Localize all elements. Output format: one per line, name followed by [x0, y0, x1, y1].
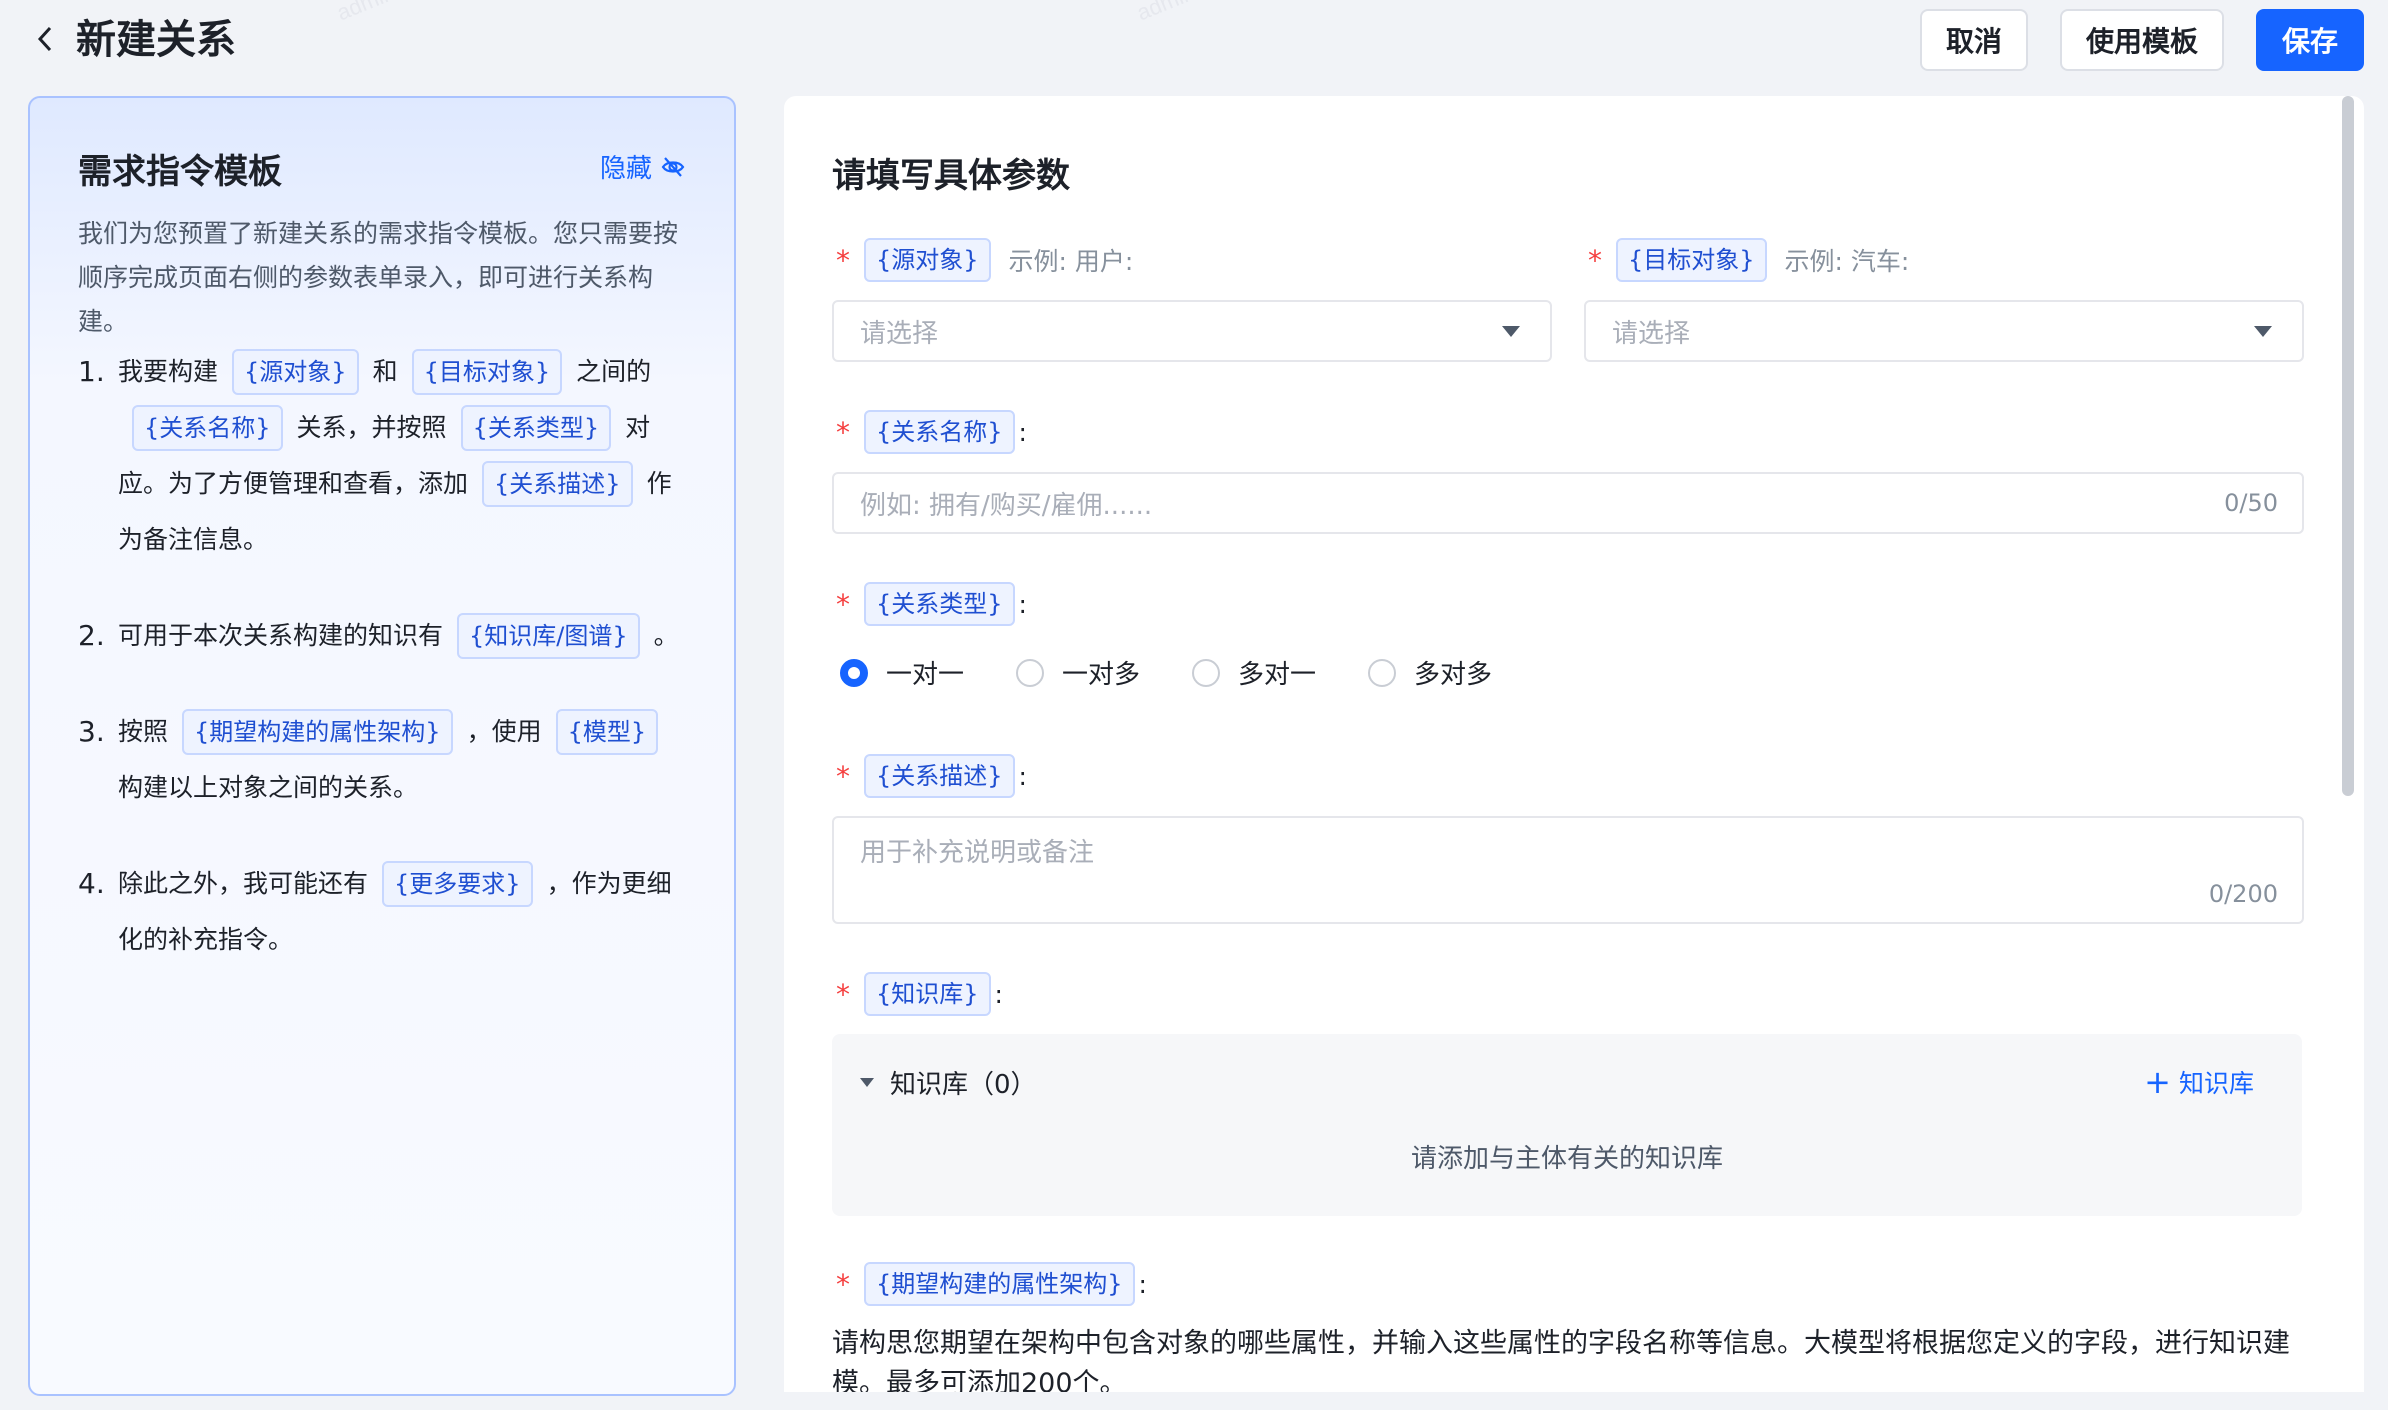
relation-desc-label: * {关系描述} :: [836, 754, 1027, 798]
page-title: 新建关系: [76, 17, 236, 63]
caret-down-icon: [860, 1078, 874, 1087]
model-tag: {模型}: [555, 709, 659, 755]
radio-one-to-one[interactable]: 一对一: [840, 654, 964, 691]
knowledge-label: * {知识库} :: [836, 972, 1003, 1016]
target-object-tag: {目标对象}: [411, 349, 563, 395]
caret-down-icon: [2254, 326, 2272, 337]
relation-desc-tag: {关系描述}: [482, 461, 633, 507]
source-field-label: * {源对象} 示例: 用户:: [836, 238, 1133, 282]
save-button[interactable]: 保存: [2256, 9, 2364, 71]
knowledge-base-collapse[interactable]: 知识库（0）: [860, 1064, 1037, 1101]
source-object-tag: {源对象}: [232, 349, 359, 395]
template-panel-title: 需求指令模板: [78, 152, 282, 192]
form-title: 请填写具体参数: [832, 156, 1070, 196]
target-example: 示例: 汽车:: [1784, 247, 1910, 276]
knowledge-tag: {知识库}: [864, 972, 991, 1016]
schema-label: * {期望构建的属性架构} :: [836, 1262, 1147, 1306]
relation-type-radio-group: 一对一 一对多 多对一 多对多: [840, 654, 1544, 691]
relation-name-label: * {关系名称} :: [836, 410, 1027, 454]
knowledge-empty-text: 请添加与主体有关的知识库: [1410, 1144, 1723, 1174]
template-steps: 1. 我要构建 {源对象} 和 {目标对象} 之间的 {关系名称} 关系，并按照 {关系类型}…: [78, 344, 718, 1008]
cancel-button[interactable]: 取消: [1920, 9, 2028, 71]
relation-type-tag: {关系类型}: [864, 582, 1015, 626]
radio-one-to-many[interactable]: 一对多: [1016, 654, 1140, 691]
knowledge-base-tag: {知识库/图谱}: [457, 613, 640, 659]
page-header: 新建关系 取消 使用模板 保存: [0, 0, 2388, 80]
template-step: 1. 我要构建 {源对象} 和 {目标对象} 之间的 {关系名称} 关系，并按照 {关系类型}…: [78, 344, 718, 568]
relation-type-tag: {关系类型}: [460, 405, 612, 451]
source-object-select[interactable]: 请选择: [832, 300, 1552, 362]
hide-label: 隐藏: [599, 154, 652, 184]
template-step: 3. 按照 {期望构建的属性架构} ，使用 {模型}构建以上对象之间的关系。: [78, 704, 718, 816]
radio-many-to-many[interactable]: 多对多: [1368, 654, 1492, 691]
schema-tag: {期望构建的属性架构}: [182, 709, 453, 755]
target-object-tag: {目标对象}: [1616, 238, 1767, 282]
source-object-tag: {源对象}: [864, 238, 991, 282]
chevron-left-icon[interactable]: [30, 22, 60, 56]
char-counter: 0/200: [2208, 880, 2278, 908]
eye-off-icon: [661, 156, 685, 177]
template-step: 4. 除此之外，我可能还有 {更多要求} ，作为更细化的补充指令。: [78, 856, 718, 968]
template-intro: 我们为您预置了新建关系的需求指令模板。您只需要按顺序完成页面右侧的参数表单录入，…: [78, 219, 679, 336]
template-step: 2. 可用于本次关系构建的知识有 {知识库/图谱}。: [78, 608, 718, 664]
scrollbar[interactable]: [2342, 96, 2354, 796]
more-requirements-tag: {更多要求}: [382, 861, 533, 907]
relation-name-tag: {关系名称}: [132, 405, 283, 451]
schema-tag: {期望构建的属性架构}: [864, 1262, 1135, 1306]
relation-desc-textarea[interactable]: 用于补充说明或备注 0/200: [832, 816, 2304, 924]
target-field-label: * {目标对象} 示例: 汽车:: [1588, 238, 1909, 282]
form-panel: 请填写具体参数 * {源对象} 示例: 用户: 请选择 * {目标对象} 示例:…: [784, 96, 2364, 1410]
template-panel: 需求指令模板 隐藏 我们为您预置了新建关系的需求指令模板。您只需要按顺序完成页面…: [28, 96, 736, 1396]
use-template-button[interactable]: 使用模板: [2060, 9, 2224, 71]
relation-name-input[interactable]: 例如: 拥有/购买/雇佣...... 0/50: [832, 472, 2304, 534]
radio-many-to-one[interactable]: 多对一: [1192, 654, 1316, 691]
plus-icon: +: [2144, 1063, 2171, 1101]
knowledge-base-box: 知识库（0） + 知识库 请添加与主体有关的知识库: [832, 1034, 2302, 1216]
relation-name-tag: {关系名称}: [864, 410, 1015, 454]
caret-down-icon: [1502, 326, 1520, 337]
char-counter: 0/50: [2224, 489, 2278, 517]
relation-type-label: * {关系类型} :: [836, 582, 1027, 626]
relation-desc-tag: {关系描述}: [864, 754, 1015, 798]
target-object-select[interactable]: 请选择: [1584, 300, 2304, 362]
hide-template-button[interactable]: 隐藏: [600, 148, 686, 185]
source-example: 示例: 用户:: [1008, 247, 1134, 276]
add-knowledge-base-button[interactable]: + 知识库: [2144, 1064, 2254, 1100]
